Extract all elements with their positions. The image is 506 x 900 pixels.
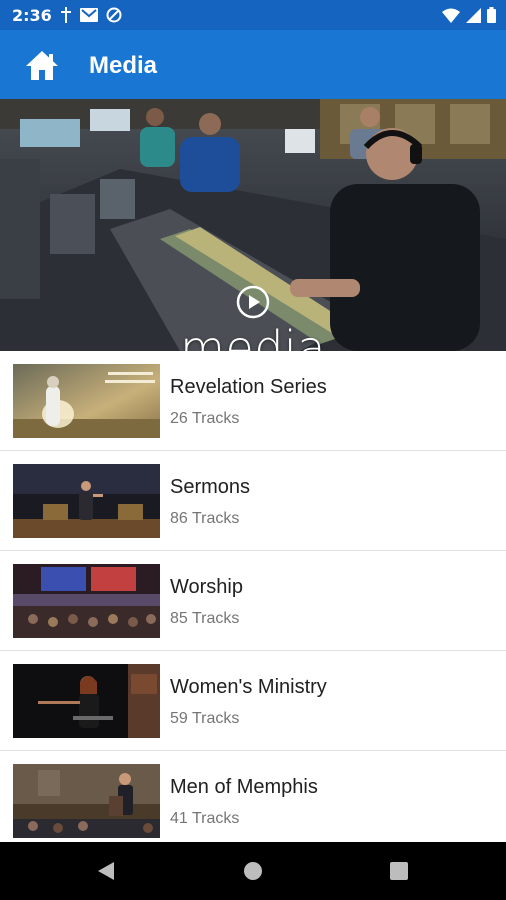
item-title: Revelation Series xyxy=(170,376,327,398)
sermons-thumbnail xyxy=(13,464,160,538)
signal-icon xyxy=(466,7,481,23)
home-button[interactable] xyxy=(24,48,60,84)
list-item-worship[interactable]: Worship 85 Tracks xyxy=(0,551,506,651)
list-item-sermons[interactable]: Sermons 86 Tracks xyxy=(0,451,506,551)
womens-ministry-thumbnail xyxy=(13,664,160,738)
status-system-icons xyxy=(442,6,496,24)
status-notification-icons xyxy=(60,6,122,24)
hero-media-label: media xyxy=(180,321,326,351)
item-title: Men of Memphis xyxy=(170,776,318,798)
system-navigation-bar xyxy=(0,842,506,900)
back-button[interactable] xyxy=(76,842,136,900)
recents-icon xyxy=(390,862,408,880)
item-track-count: 41 Tracks xyxy=(170,810,240,827)
men-of-memphis-thumbnail xyxy=(13,764,160,838)
home-icon xyxy=(26,51,58,80)
play-circle-icon xyxy=(236,285,270,319)
status-time: 2:36 xyxy=(12,6,52,25)
worship-thumbnail xyxy=(13,564,160,638)
item-track-count: 59 Tracks xyxy=(170,710,240,727)
back-icon xyxy=(98,862,114,880)
item-title: Sermons xyxy=(170,476,251,498)
battery-icon xyxy=(487,7,496,23)
item-track-count: 86 Tracks xyxy=(170,510,240,527)
list-item-womens-ministry[interactable]: Women's Ministry 59 Tracks xyxy=(0,651,506,751)
item-title: Worship xyxy=(170,576,243,598)
data-saver-icon xyxy=(106,7,122,23)
revelation-series-thumbnail xyxy=(13,364,160,438)
app-bar: Media xyxy=(0,30,506,99)
list-item-men-of-memphis[interactable]: Men of Memphis 41 Tracks xyxy=(0,751,506,851)
item-track-count: 85 Tracks xyxy=(170,610,240,627)
mail-icon xyxy=(80,8,98,22)
home-nav-button[interactable] xyxy=(223,842,283,900)
item-title: Women's Ministry xyxy=(170,676,327,698)
media-category-list: Revelation Series 26 Tracks Sermons 86 T… xyxy=(0,351,506,851)
home-circle-icon xyxy=(244,862,262,880)
list-item-revelation-series[interactable]: Revelation Series 26 Tracks xyxy=(0,351,506,451)
status-bar: 2:36 xyxy=(0,0,506,30)
recents-button[interactable] xyxy=(369,842,429,900)
wifi-icon xyxy=(442,8,460,23)
cross-icon xyxy=(61,7,71,23)
item-track-count: 26 Tracks xyxy=(170,410,240,427)
page-title: Media xyxy=(89,52,158,79)
media-hero-banner[interactable]: media xyxy=(0,99,506,351)
